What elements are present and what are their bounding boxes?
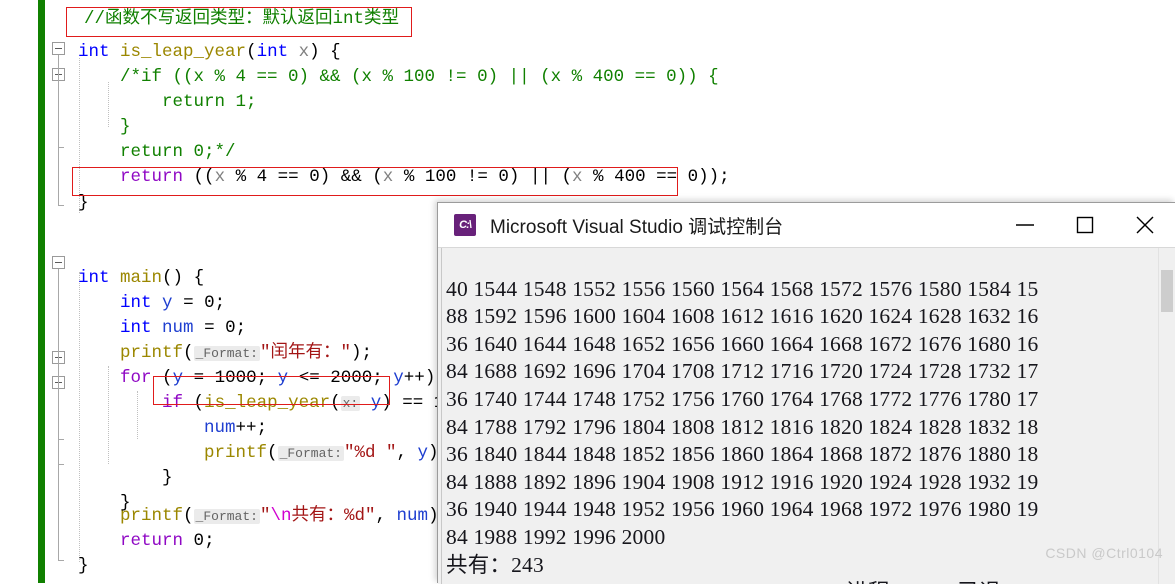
code-line-if[interactable]: if (is_leap_year(x: y) == 1) { (78, 394, 476, 413)
console-output-area[interactable]: 40 1544 1548 1552 1556 1560 1564 1568 15… (438, 248, 1175, 584)
maximize-icon[interactable] (1055, 203, 1115, 247)
fold-toggle-function-main[interactable] (52, 256, 65, 269)
inlay-hint-param-x: x: (340, 396, 361, 411)
code-line-commented-closebrace[interactable]: } (78, 118, 131, 137)
fold-guide-if (58, 389, 59, 439)
inlay-hint-format-3: _Format: (193, 509, 260, 524)
code-line-return-expr[interactable]: return ((x % 4 == 0) && (x % 100 != 0) |… (78, 168, 730, 187)
code-line-decl-num[interactable]: int num = 0; (78, 319, 246, 338)
console-line: D:\project\Project1\x64\Debug\Project1.e… (446, 580, 1001, 584)
console-line: 84 1688 1692 1696 1704 1708 1712 1716 17… (446, 359, 1039, 384)
code-line-func-decl[interactable]: int is_leap_year(int x) { (78, 43, 341, 62)
unsaved-changes-margin-bar (38, 0, 45, 583)
code-line-printf-total[interactable]: printf(_Format:"\n共有：%d", num); (78, 507, 449, 526)
debug-console-window[interactable]: C:\ Microsoft Visual Studio 调试控制台 40 154… (437, 202, 1175, 584)
console-left-edge (438, 248, 442, 584)
console-line: 36 1940 1944 1948 1952 1956 1960 1964 19… (446, 497, 1039, 522)
console-window-title: Microsoft Visual Studio 调试控制台 (490, 216, 784, 238)
code-line-if-close[interactable]: } (78, 469, 173, 488)
inlay-hint-format-2: _Format: (277, 446, 344, 461)
console-icon-glyph: C:\ (459, 219, 472, 231)
code-line-commented-if[interactable]: /*if ((x % 4 == 0) && (x % 100 != 0) || … (78, 68, 719, 87)
fold-guide-if-end (58, 439, 64, 440)
code-line-commented-return0[interactable]: return 0;*/ (78, 143, 236, 162)
visual-studio-console-icon: C:\ (454, 214, 476, 236)
console-line: 40 1544 1548 1552 1556 1560 1564 1568 15… (446, 276, 1039, 301)
fold-guide-comment (58, 81, 59, 147)
code-line-main-close[interactable]: } (78, 557, 89, 576)
fold-guide-function-end (58, 205, 64, 206)
code-line-func-close[interactable]: } (78, 194, 89, 213)
console-scrollbar[interactable] (1158, 248, 1175, 584)
code-line-comment[interactable]: //函数不写返回类型：默认返回int类型 (84, 10, 399, 29)
inlay-hint-format: _Format: (193, 346, 260, 361)
fold-toggle-function-is-leap-year[interactable] (52, 42, 65, 55)
code-line-decl-y[interactable]: int y = 0; (78, 294, 225, 313)
code-line-for[interactable]: for (y = 1000; y <= 2000; y++) { (78, 369, 456, 388)
fold-guide-main-end (58, 560, 64, 561)
console-line: 84 1888 1892 1896 1904 1908 1912 1916 19… (446, 469, 1039, 494)
console-output-text: 40 1544 1548 1552 1556 1560 1564 1568 15… (446, 248, 1039, 584)
code-folding-column[interactable] (52, 0, 74, 583)
console-line: 36 1840 1844 1848 1852 1856 1860 1864 18… (446, 442, 1039, 467)
console-line: 36 1740 1744 1748 1752 1756 1760 1764 17… (446, 386, 1039, 411)
code-line-commented-return1[interactable]: return 1; (78, 93, 257, 112)
code-line-main-decl[interactable]: int main() { (78, 269, 204, 288)
code-line-printf-year[interactable]: printf(_Format:"%d ", y); (78, 444, 449, 463)
close-icon[interactable] (1115, 203, 1175, 247)
console-line: 36 1640 1644 1648 1652 1656 1660 1664 16… (446, 331, 1039, 356)
console-line: 88 1592 1596 1600 1604 1608 1612 1616 16… (446, 304, 1039, 329)
minimize-icon[interactable] (995, 203, 1055, 247)
code-line-printf-header[interactable]: printf(_Format: "闰年有："); (78, 344, 372, 363)
console-title-bar[interactable]: C:\ Microsoft Visual Studio 调试控制台 (438, 203, 1175, 248)
console-line: 84 1788 1792 1796 1804 1808 1812 1816 18… (446, 414, 1039, 439)
code-token-comment: //函数不写返回类型：默认返回int类型 (84, 9, 400, 29)
code-line-num-increment[interactable]: num++; (78, 419, 267, 438)
fold-guide-comment-end (58, 147, 64, 148)
window-controls[interactable] (995, 203, 1175, 247)
console-line: 84 1988 1992 1996 2000 (446, 524, 666, 549)
console-line: 共有：243 (446, 552, 544, 577)
code-line-return-main[interactable]: return 0; (78, 532, 215, 551)
console-scrollbar-thumb[interactable] (1161, 270, 1173, 312)
fold-guide-for-end (58, 464, 64, 465)
